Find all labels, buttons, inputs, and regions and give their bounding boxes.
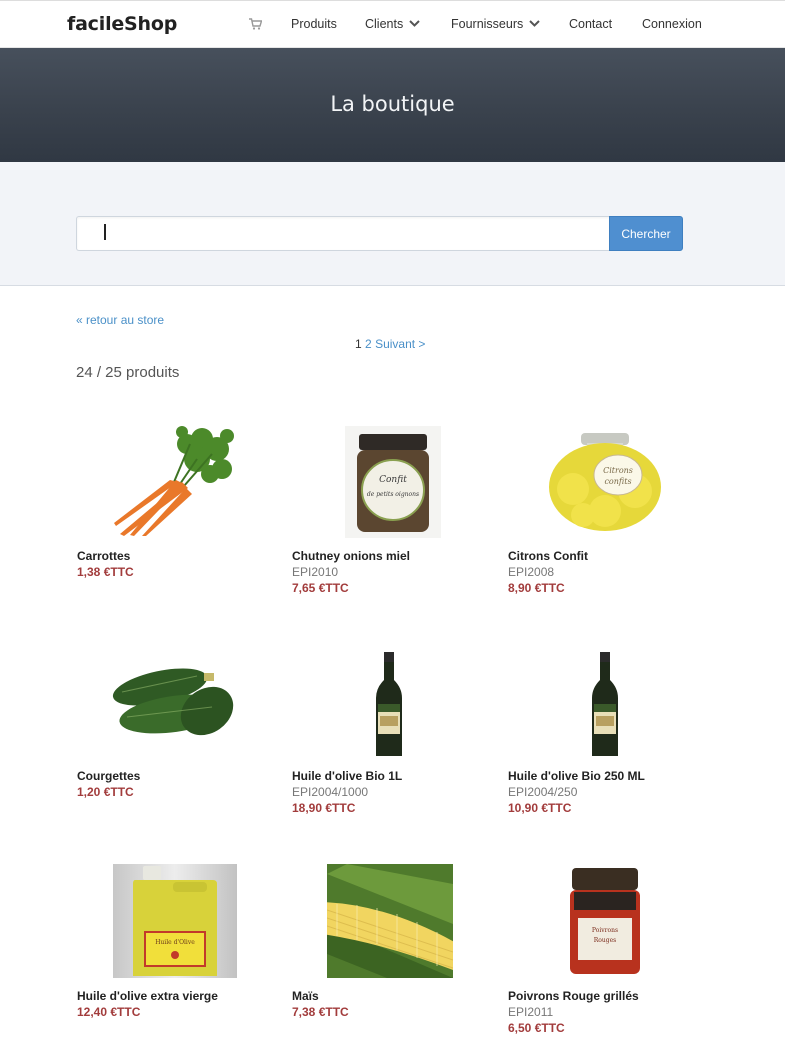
next-page-link[interactable]: Suivant >	[375, 337, 425, 351]
olive-oil-can-image[interactable]: Huile d'Olive	[113, 864, 237, 978]
product-price: 18,90 €TTC	[292, 801, 356, 815]
product-name[interactable]: Citrons Confit	[508, 549, 588, 563]
back-to-store-link[interactable]: « retour au store	[76, 313, 164, 327]
olive-oil-bottle-image[interactable]	[590, 652, 620, 758]
nav-connexion[interactable]: Connexion	[642, 17, 702, 31]
courgettes-image[interactable]	[112, 659, 237, 744]
search-section: Chercher	[0, 162, 785, 286]
search-button[interactable]: Chercher	[609, 216, 683, 251]
product-name[interactable]: Courgettes	[77, 769, 140, 783]
nav-clients-label: Clients	[365, 17, 404, 31]
carrots-image[interactable]	[112, 424, 237, 538]
product-name[interactable]: Poivrons Rouge grillés	[508, 989, 639, 1003]
product-price: 12,40 €TTC	[77, 1005, 141, 1019]
page-title: La boutique	[330, 92, 455, 116]
search-input[interactable]	[76, 216, 610, 251]
brand-logo[interactable]: facileShop	[67, 13, 177, 35]
product-count: 24 / 25 produits	[76, 364, 180, 381]
citron-label-title: Citrons	[603, 466, 633, 475]
chevron-down-icon	[409, 19, 420, 27]
cart-icon[interactable]	[249, 18, 262, 30]
nav-contact[interactable]: Contact	[569, 17, 612, 31]
hero-banner: La boutique	[0, 48, 785, 162]
page-2-link[interactable]: 2	[365, 337, 372, 351]
navbar: facileShop Produits Clients Fournisseurs…	[0, 0, 785, 48]
product-ref: EPI2008	[508, 565, 555, 579]
product-ref: EPI2004/250	[508, 785, 578, 799]
nav-fournisseurs-label: Fournisseurs	[451, 17, 524, 31]
product-name[interactable]: Carrottes	[77, 549, 130, 563]
nav-clients[interactable]: Clients	[365, 17, 420, 31]
chutney-jar-image[interactable]: Confit de petits oignons	[345, 426, 441, 538]
product-name[interactable]: Huile d'olive Bio 250 ML	[508, 769, 645, 783]
product-name[interactable]: Chutney onions miel	[292, 549, 410, 563]
pepper-label-title: Poivrons	[592, 927, 618, 934]
product-price: 10,90 €TTC	[508, 801, 572, 815]
jar-label-title: Confit	[379, 475, 407, 485]
product-price: 7,65 €TTC	[292, 581, 349, 595]
pepper-label-subtitle: Rouges	[594, 937, 616, 944]
oil-can-label: Huile d'Olive	[155, 939, 195, 946]
citron-label-subtitle: confits	[604, 477, 631, 486]
product-name[interactable]: Maïs	[292, 989, 319, 1003]
poivrons-jar-image[interactable]: Poivrons Rouges	[566, 866, 644, 978]
nav-produits[interactable]: Produits	[291, 17, 337, 31]
text-cursor	[104, 224, 106, 240]
product-price: 8,90 €TTC	[508, 581, 565, 595]
product-price: 1,38 €TTC	[77, 565, 134, 579]
product-price: 7,38 €TTC	[292, 1005, 349, 1019]
pagination: 1 2 Suivant >	[355, 337, 425, 351]
nav-fournisseurs[interactable]: Fournisseurs	[451, 17, 540, 31]
citrons-jar-image[interactable]: Citrons confits	[543, 429, 668, 539]
product-price: 1,20 €TTC	[77, 785, 134, 799]
olive-oil-bottle-image[interactable]	[374, 652, 404, 758]
product-name[interactable]: Huile d'olive Bio 1L	[292, 769, 402, 783]
page-current: 1	[355, 337, 362, 351]
product-name[interactable]: Huile d'olive extra vierge	[77, 989, 218, 1003]
product-ref: EPI2004/1000	[292, 785, 369, 799]
chevron-down-icon	[529, 19, 540, 27]
product-price: 6,50 €TTC	[508, 1021, 565, 1035]
corn-image[interactable]	[327, 864, 453, 978]
product-ref: EPI2011	[508, 1005, 554, 1019]
product-ref: EPI2010	[292, 565, 339, 579]
jar-label-subtitle: de petits oignons	[367, 491, 419, 498]
